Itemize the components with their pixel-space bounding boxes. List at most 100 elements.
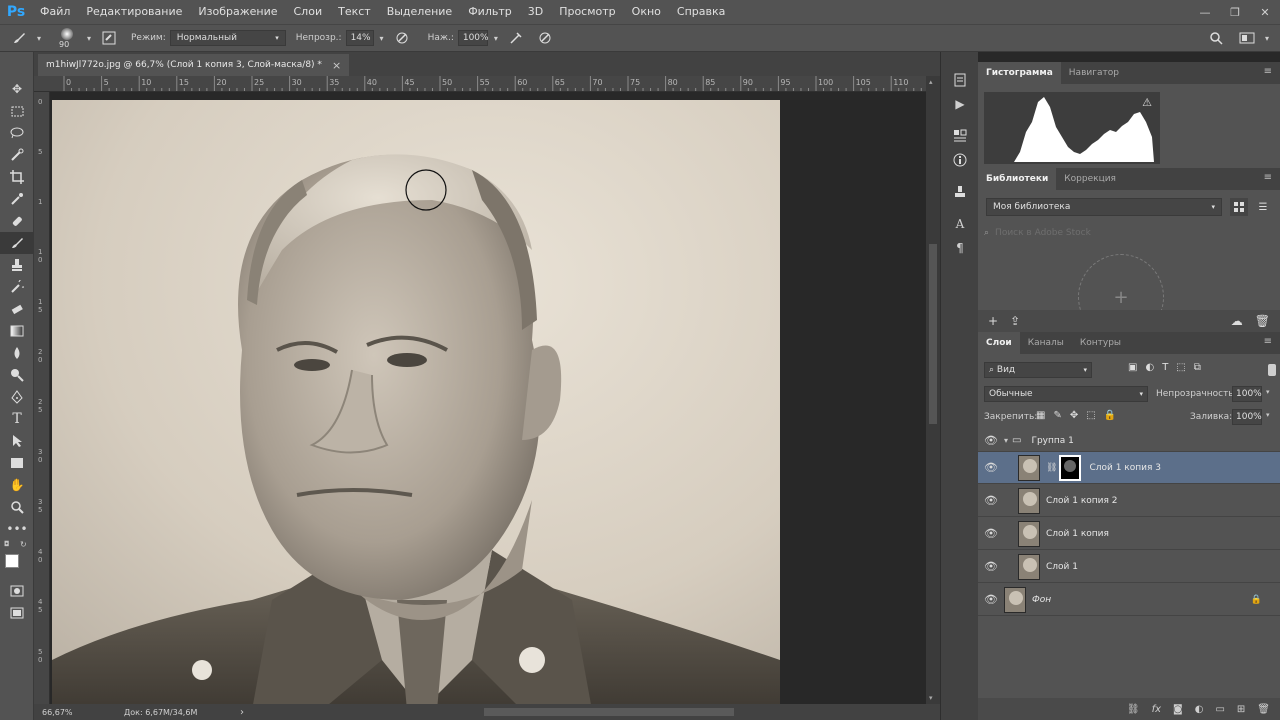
link-layers-icon[interactable]: ⛓: [1127, 704, 1140, 715]
menu-edit[interactable]: Редактирование: [78, 0, 190, 24]
warning-icon[interactable]: ⚠: [1142, 96, 1152, 109]
layer-row[interactable]: 👁 Слой 1: [978, 551, 1280, 583]
eraser-tool-icon[interactable]: [0, 298, 34, 320]
brush-tool-icon[interactable]: [0, 232, 34, 254]
tab-histogram[interactable]: Гистограмма: [978, 62, 1061, 84]
horizontal-scrollbar-thumb[interactable]: [484, 708, 734, 716]
chevron-down-icon[interactable]: ▾: [34, 29, 44, 47]
lock-pixels-icon[interactable]: ✎: [1053, 410, 1061, 421]
layer-opacity-input[interactable]: 100%: [1232, 386, 1262, 402]
filter-smart-object-icon[interactable]: ⧉: [1194, 362, 1201, 373]
visibility-eye-icon[interactable]: 👁: [978, 494, 1004, 507]
scroll-down-icon[interactable]: ▾: [929, 694, 933, 702]
new-layer-icon[interactable]: ⊞: [1237, 704, 1245, 715]
paragraph-panel-icon[interactable]: ¶: [941, 236, 979, 260]
creative-cloud-icon[interactable]: ☁: [1231, 314, 1243, 328]
upload-icon[interactable]: ⇪: [1010, 314, 1020, 328]
menu-3d[interactable]: 3D: [520, 0, 551, 24]
properties-panel-icon[interactable]: [941, 124, 979, 148]
add-mask-icon[interactable]: ◙: [1173, 704, 1183, 715]
add-content-icon[interactable]: +: [988, 314, 998, 328]
group-expand-icon[interactable]: ▾: [1004, 436, 1008, 445]
screen-mode-icon[interactable]: [0, 602, 34, 624]
search-icon[interactable]: [1207, 29, 1225, 47]
new-group-icon[interactable]: ▭: [1215, 704, 1224, 715]
filter-pixel-icon[interactable]: ▣: [1128, 362, 1137, 373]
zoom-tool-icon[interactable]: [0, 496, 34, 518]
dodge-tool-icon[interactable]: [0, 364, 34, 386]
menu-help[interactable]: Справка: [669, 0, 733, 24]
trash-icon[interactable]: 🗑: [1255, 314, 1270, 328]
menu-file[interactable]: Файл: [32, 0, 78, 24]
panel-menu-icon[interactable]: ≡: [1264, 336, 1272, 347]
clone-stamp-tool-icon[interactable]: [0, 254, 34, 276]
opacity-input[interactable]: 14%: [345, 30, 374, 46]
fill-input[interactable]: 100%: [1232, 409, 1262, 425]
visibility-eye-icon[interactable]: 👁: [978, 434, 1004, 447]
filter-type-icon[interactable]: T: [1162, 362, 1168, 373]
workspace-icon[interactable]: [1238, 29, 1256, 47]
brush-panel-toggle-icon[interactable]: [100, 29, 118, 47]
layer-group-row[interactable]: 👁 ▾ ▭ Группа 1: [978, 430, 1280, 452]
close-tab-icon[interactable]: ×: [332, 59, 341, 72]
lock-artboard-icon[interactable]: ⬚: [1086, 410, 1095, 421]
history-brush-tool-icon[interactable]: [0, 276, 34, 298]
canvas[interactable]: [50, 92, 926, 704]
tab-channels[interactable]: Каналы: [1020, 332, 1072, 354]
zoom-level[interactable]: 66,67%: [42, 708, 112, 717]
visibility-eye-icon[interactable]: 👁: [978, 560, 1004, 573]
mode-select[interactable]: Нормальный ▾: [169, 30, 286, 46]
airbrush-icon[interactable]: [507, 29, 525, 47]
delete-layer-icon[interactable]: 🗑: [1257, 704, 1270, 715]
path-selection-tool-icon[interactable]: [0, 430, 34, 452]
document-tab[interactable]: m1hiwJl772o.jpg @ 66,7% (Слой 1 копия 3,…: [38, 54, 350, 76]
menu-text[interactable]: Текст: [330, 0, 379, 24]
tab-libraries[interactable]: Библиотеки: [978, 168, 1057, 190]
info-panel-icon[interactable]: [941, 148, 979, 172]
swap-colors-icon[interactable]: ↻: [20, 540, 27, 549]
type-tool-icon[interactable]: T: [0, 408, 34, 430]
layer-filter-select[interactable]: ⌕ Вид ▾: [984, 362, 1092, 378]
visibility-eye-icon[interactable]: 👁: [978, 461, 1004, 474]
filter-toggle[interactable]: [1268, 364, 1276, 376]
tab-layers[interactable]: Слои: [978, 332, 1020, 354]
portrait-photo[interactable]: [52, 100, 780, 704]
default-colors-icon[interactable]: ◘: [4, 540, 10, 548]
pen-tool-icon[interactable]: [0, 386, 34, 408]
vertical-scrollbar[interactable]: ▴ ▾: [926, 76, 940, 704]
blur-tool-icon[interactable]: [0, 342, 34, 364]
actions-panel-icon[interactable]: ▶: [941, 92, 979, 116]
pressure-opacity-icon[interactable]: [393, 29, 411, 47]
chevron-down-icon[interactable]: ▾: [1266, 411, 1270, 419]
hand-tool-icon[interactable]: ✋: [0, 474, 34, 496]
quick-mask-icon[interactable]: [0, 580, 34, 602]
layer-row[interactable]: 👁 Слой 1 копия: [978, 518, 1280, 550]
layer-mask-thumbnail[interactable]: [1059, 454, 1082, 481]
spot-healing-tool-icon[interactable]: [0, 210, 34, 232]
visibility-eye-icon[interactable]: 👁: [978, 527, 1004, 540]
link-icon[interactable]: ⛓: [1046, 463, 1057, 473]
lasso-tool-icon[interactable]: [0, 122, 34, 144]
tab-navigator[interactable]: Навигатор: [1061, 62, 1127, 84]
chevron-down-icon[interactable]: ▾: [84, 29, 94, 47]
lock-transparency-icon[interactable]: ▦: [1036, 410, 1045, 421]
foreground-color-swatch[interactable]: [5, 554, 19, 568]
filter-adjustment-icon[interactable]: ◐: [1145, 362, 1154, 373]
list-view-icon[interactable]: ☰: [1254, 198, 1272, 216]
color-swatches[interactable]: ◘ ↻: [0, 540, 33, 580]
filter-shape-icon[interactable]: ⬚: [1176, 362, 1185, 373]
layer-row[interactable]: 👁 Фон 🔒: [978, 584, 1280, 616]
scrollbar-thumb[interactable]: [929, 244, 937, 424]
layer-row[interactable]: 👁 Слой 1 копия 2: [978, 485, 1280, 517]
close-window-button[interactable]: ✕: [1250, 0, 1280, 24]
new-adjustment-icon[interactable]: ◐: [1195, 704, 1204, 715]
quick-selection-tool-icon[interactable]: [0, 144, 34, 166]
shape-tool-icon[interactable]: [0, 452, 34, 474]
crop-tool-icon[interactable]: [0, 166, 34, 188]
panel-menu-icon[interactable]: ≡: [1264, 172, 1272, 183]
history-panel-icon[interactable]: [941, 68, 979, 92]
lock-all-icon[interactable]: 🔒: [1104, 410, 1116, 421]
chevron-down-icon[interactable]: ▾: [377, 29, 387, 47]
gradient-tool-icon[interactable]: [0, 320, 34, 342]
pressure-size-icon[interactable]: [536, 29, 554, 47]
